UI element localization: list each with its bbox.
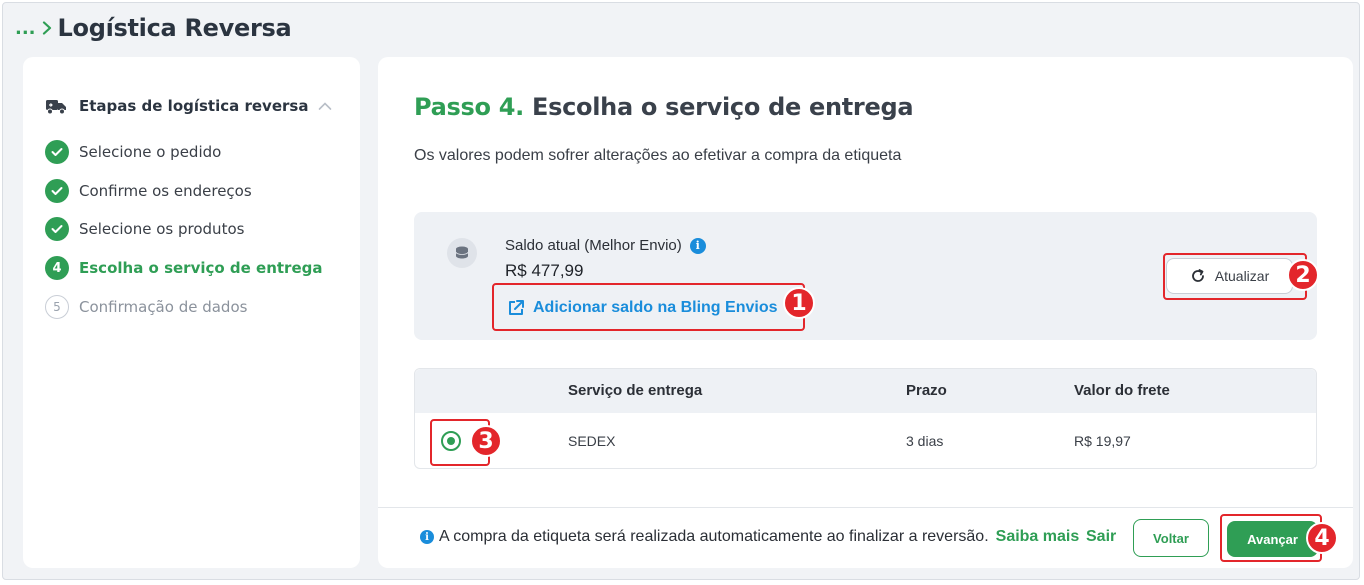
step-item-3[interactable]: Selecione os produtos [45, 210, 323, 249]
steps-sidebar: Etapas de logística reversa Selecione o … [23, 57, 360, 568]
footer-bar: i A compra da etiqueta será realizada au… [378, 507, 1353, 568]
main-card: Passo 4. Escolha o serviço de entrega Os… [378, 57, 1353, 568]
balance-panel: Saldo atual (Melhor Envio) i R$ 477,99 A… [414, 212, 1319, 340]
balance-label: Saldo atual (Melhor Envio) i [505, 237, 706, 254]
breadcrumb: ... Logística Reversa [15, 13, 292, 43]
sair-link[interactable]: Sair [1086, 528, 1116, 546]
annotation-badge-2: 2 [1287, 259, 1319, 291]
table-row[interactable]: 3 SEDEX 3 dias R$ 19,97 [415, 414, 1316, 469]
check-icon [45, 178, 69, 203]
voltar-button[interactable]: Voltar [1133, 519, 1209, 557]
step-number-label: Passo 4. [414, 93, 524, 121]
highlight-box-1 [492, 283, 805, 331]
cell-valor: R$ 19,97 [1074, 433, 1131, 449]
check-icon [45, 140, 69, 165]
balance-label-text: Saldo atual (Melhor Envio) [505, 237, 682, 254]
saiba-mais-link[interactable]: Saiba mais [996, 528, 1080, 546]
step-title: Passo 4. Escolha o serviço de entrega [414, 93, 914, 121]
step-label: Escolha o serviço de entrega [79, 259, 323, 278]
steps-heading: Etapas de logística reversa [79, 97, 309, 115]
balance-value: R$ 477,99 [505, 261, 584, 280]
annotation-badge-4: 4 [1306, 522, 1338, 554]
step-number: 4 [45, 256, 69, 281]
check-icon [45, 217, 69, 242]
step-item-2[interactable]: Confirme os endereços [45, 172, 323, 211]
highlight-box-2 [1163, 253, 1307, 300]
steps-list: Selecione o pedido Confirme os endereços… [45, 133, 323, 326]
info-icon[interactable]: i [689, 237, 706, 254]
step-label: Selecione o pedido [79, 143, 222, 162]
column-header-prazo: Prazo [906, 382, 947, 399]
step-number: 5 [45, 294, 69, 319]
column-header-valor: Valor do frete [1074, 382, 1170, 399]
subtitle: Os valores podem sofrer alterações ao ef… [414, 147, 902, 164]
annotation-badge-3: 3 [470, 425, 502, 457]
step-label: Confirme os endereços [79, 181, 252, 200]
cell-prazo: 3 dias [906, 433, 944, 449]
chevron-up-icon[interactable] [318, 101, 332, 111]
app-frame: ... Logística Reversa Etapas de logístic… [2, 2, 1360, 580]
notice-text: A compra da etiqueta será realizada auto… [439, 528, 989, 545]
table-header: Serviço de entrega Prazo Valor do frete [415, 369, 1316, 413]
steps-header[interactable]: Etapas de logística reversa [45, 97, 332, 115]
column-header-service: Serviço de entrega [568, 382, 703, 399]
shipping-table: Serviço de entrega Prazo Valor do frete … [414, 368, 1317, 469]
step-item-5[interactable]: 5 Confirmação de dados [45, 287, 323, 326]
step-label: Selecione os produtos [79, 220, 245, 239]
step-title-text: Escolha o serviço de entrega [532, 93, 914, 121]
page-title: Logística Reversa [57, 14, 292, 42]
footer-notice: i A compra da etiqueta será realizada au… [420, 528, 1079, 546]
breadcrumb-ellipsis[interactable]: ... [15, 18, 36, 39]
chevron-right-icon [42, 21, 51, 35]
step-item-1[interactable]: Selecione o pedido [45, 133, 323, 172]
step-item-4[interactable]: 4 Escolha o serviço de entrega [45, 249, 323, 288]
coins-icon [447, 238, 477, 268]
step-label: Confirmação de dados [79, 297, 248, 316]
cell-service: SEDEX [568, 433, 616, 449]
annotation-badge-1: 1 [783, 287, 815, 319]
truck-icon [46, 100, 66, 115]
info-icon: i [420, 530, 434, 544]
